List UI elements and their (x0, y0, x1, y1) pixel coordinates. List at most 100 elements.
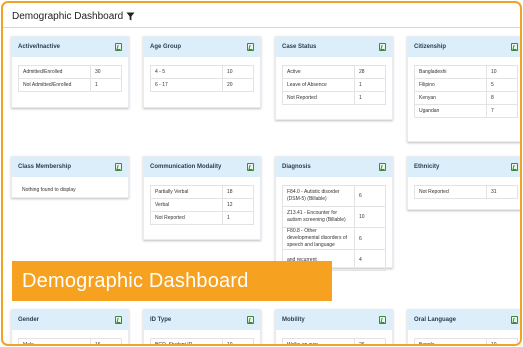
table-row[interactable]: Not Reported 31 (414, 185, 518, 199)
panel-title: Mobility (282, 317, 305, 323)
row-label: F84.0 - Autistic disorder (DSM-5) (Billa… (282, 185, 355, 207)
panel-title: Communication Modality (150, 164, 222, 170)
panel-id-type: ID Type BGD_Student ID 10 (143, 309, 261, 344)
panel-header: Class Membership (12, 157, 128, 177)
panel-title: Ethnicity (414, 164, 440, 170)
panel-title: Age Group (150, 44, 181, 50)
row-count: 1 (222, 211, 254, 225)
panel-table: Admitted/Enrolled 30 Not Admitted/Enrolled… (18, 65, 122, 92)
panel-title: Oral Language (414, 317, 457, 323)
panel-header: Ethnicity (408, 157, 520, 177)
row-count: 8 (486, 91, 518, 105)
banner-text: Demographic Dashboard (22, 269, 249, 292)
excel-export-icon[interactable] (247, 316, 254, 324)
panel-header: Citizenship (408, 37, 520, 57)
panel-body: Not Reported 31 (408, 177, 520, 205)
panel-title: Diagnosis (282, 164, 311, 170)
table-row[interactable]: Partially Verbal 18 (150, 185, 254, 199)
panel-body: Active 28 Leave of Absence 1 Not Reported 1 (276, 57, 392, 111)
row-label: Active (282, 65, 355, 79)
excel-export-icon[interactable] (511, 316, 518, 324)
panel-header: Communication Modality (144, 157, 260, 177)
excel-export-icon[interactable] (511, 163, 518, 171)
row-count: 5 (486, 78, 518, 92)
row-label: Bangla (414, 338, 487, 344)
table-row[interactable]: Admitted/Enrolled 30 (18, 65, 122, 79)
row-label: Leave of Absence (282, 78, 355, 92)
row-count: 18 (222, 185, 254, 199)
panel-body: BGD_Student ID 10 (144, 330, 260, 344)
panel-header: Case Status (276, 37, 392, 57)
table-row[interactable]: Bangla 10 (414, 338, 518, 344)
panel-header: Oral Language (408, 310, 520, 330)
table-row[interactable]: Not Admitted/Enrolled 1 (18, 78, 122, 92)
table-row[interactable]: Not Reported 1 (282, 91, 386, 105)
table-row[interactable]: F84.0 - Autistic disorder (DSM-5) (Billa… (282, 185, 386, 207)
row-label: Admitted/Enrolled (18, 65, 91, 79)
table-row[interactable]: 6 - 17 20 (150, 78, 254, 92)
table-row[interactable]: Kenyan 8 (414, 91, 518, 105)
empty-message: Nothing found to display (22, 187, 76, 193)
panel-body: 4 - 5 10 6 - 17 20 (144, 57, 260, 98)
excel-export-icon[interactable] (379, 43, 386, 51)
panel-table: Male 16 (18, 338, 122, 344)
header-divider (3, 27, 520, 28)
table-row[interactable]: Verbal 12 (150, 198, 254, 212)
excel-export-icon[interactable] (115, 316, 122, 324)
row-count: 1 (90, 78, 122, 92)
panel-table: Bangla 10 (414, 338, 518, 344)
table-row[interactable]: BGD_Student ID 10 (150, 338, 254, 344)
panel-body: Admitted/Enrolled 30 Not Admitted/Enrolled… (12, 57, 128, 98)
panel-case-status: Case Status Active 28 Leave of Absence 1 Not … (275, 36, 393, 120)
table-row[interactable]: Leave of Absence 1 (282, 78, 386, 92)
title-banner: Demographic Dashboard (12, 261, 332, 301)
excel-export-icon[interactable] (115, 163, 122, 171)
row-label: Bangladeshi (414, 65, 487, 79)
row-label: 4 - 5 (150, 65, 223, 79)
panel-diagnosis: Diagnosis F84.0 - Autistic disorder (DSM-… (275, 156, 393, 271)
excel-export-icon[interactable] (379, 163, 386, 171)
panel-title: Active/Inactive (18, 44, 61, 50)
table-row[interactable]: Ugandan 7 (414, 104, 518, 118)
excel-export-icon[interactable] (379, 316, 386, 324)
panel-body: Partially Verbal 18 Verbal 12 Not Reported 1 (144, 177, 260, 231)
row-count: 7 (486, 104, 518, 118)
excel-export-icon[interactable] (247, 163, 254, 171)
panel-age-group: Age Group 4 - 5 10 6 - 17 20 (143, 36, 261, 108)
excel-export-icon[interactable] (511, 43, 518, 51)
row-label: F80.8 - Other developmental disorders of… (282, 227, 355, 250)
panel-header: Active/Inactive (12, 37, 128, 57)
row-label: Filipino (414, 78, 487, 92)
panel-header: ID Type (144, 310, 260, 330)
panel-header: Gender (12, 310, 128, 330)
panel-body: Walks on own 26 (276, 330, 392, 344)
row-label: Partially Verbal (150, 185, 223, 199)
panel-mobility: Mobility Walks on own 26 (275, 309, 393, 344)
excel-export-icon[interactable] (115, 43, 122, 51)
panel-ethnicity: Ethnicity Not Reported 31 (407, 156, 520, 210)
panel-body: Bangladeshi 10 Filipino 5 Kenyan 8 Ugandan 7 (408, 57, 520, 124)
row-count: 6 (354, 185, 386, 207)
dashboard-header: Demographic Dashboard (12, 9, 135, 23)
table-row[interactable]: F80.8 - Other developmental disorders of… (282, 227, 386, 250)
table-row[interactable]: Male 16 (18, 338, 122, 344)
table-row[interactable]: Active 28 (282, 65, 386, 79)
row-label: Not Reported (282, 91, 355, 105)
panel-communication-modality: Communication Modality Partially Verbal 18… (143, 156, 261, 240)
table-row[interactable]: Z13.41 - Encounter for autism screening … (282, 206, 386, 228)
row-count: 4 (354, 249, 386, 271)
panel-title: Citizenship (414, 44, 447, 50)
row-label: Z13.41 - Encounter for autism screening … (282, 206, 355, 228)
table-row[interactable]: Bangladeshi 10 (414, 65, 518, 79)
panel-title: Class Membership (18, 164, 72, 170)
table-row[interactable]: Filipino 5 (414, 78, 518, 92)
panel-class-membership: Class Membership Nothing found to display (11, 156, 129, 198)
panel-title: ID Type (150, 317, 172, 323)
row-count: 10 (222, 65, 254, 79)
filter-icon[interactable] (126, 11, 135, 21)
table-row[interactable]: Walks on own 26 (282, 338, 386, 344)
row-label: BGD_Student ID (150, 338, 223, 344)
table-row[interactable]: Not Reported 1 (150, 211, 254, 225)
table-row[interactable]: 4 - 5 10 (150, 65, 254, 79)
excel-export-icon[interactable] (247, 43, 254, 51)
